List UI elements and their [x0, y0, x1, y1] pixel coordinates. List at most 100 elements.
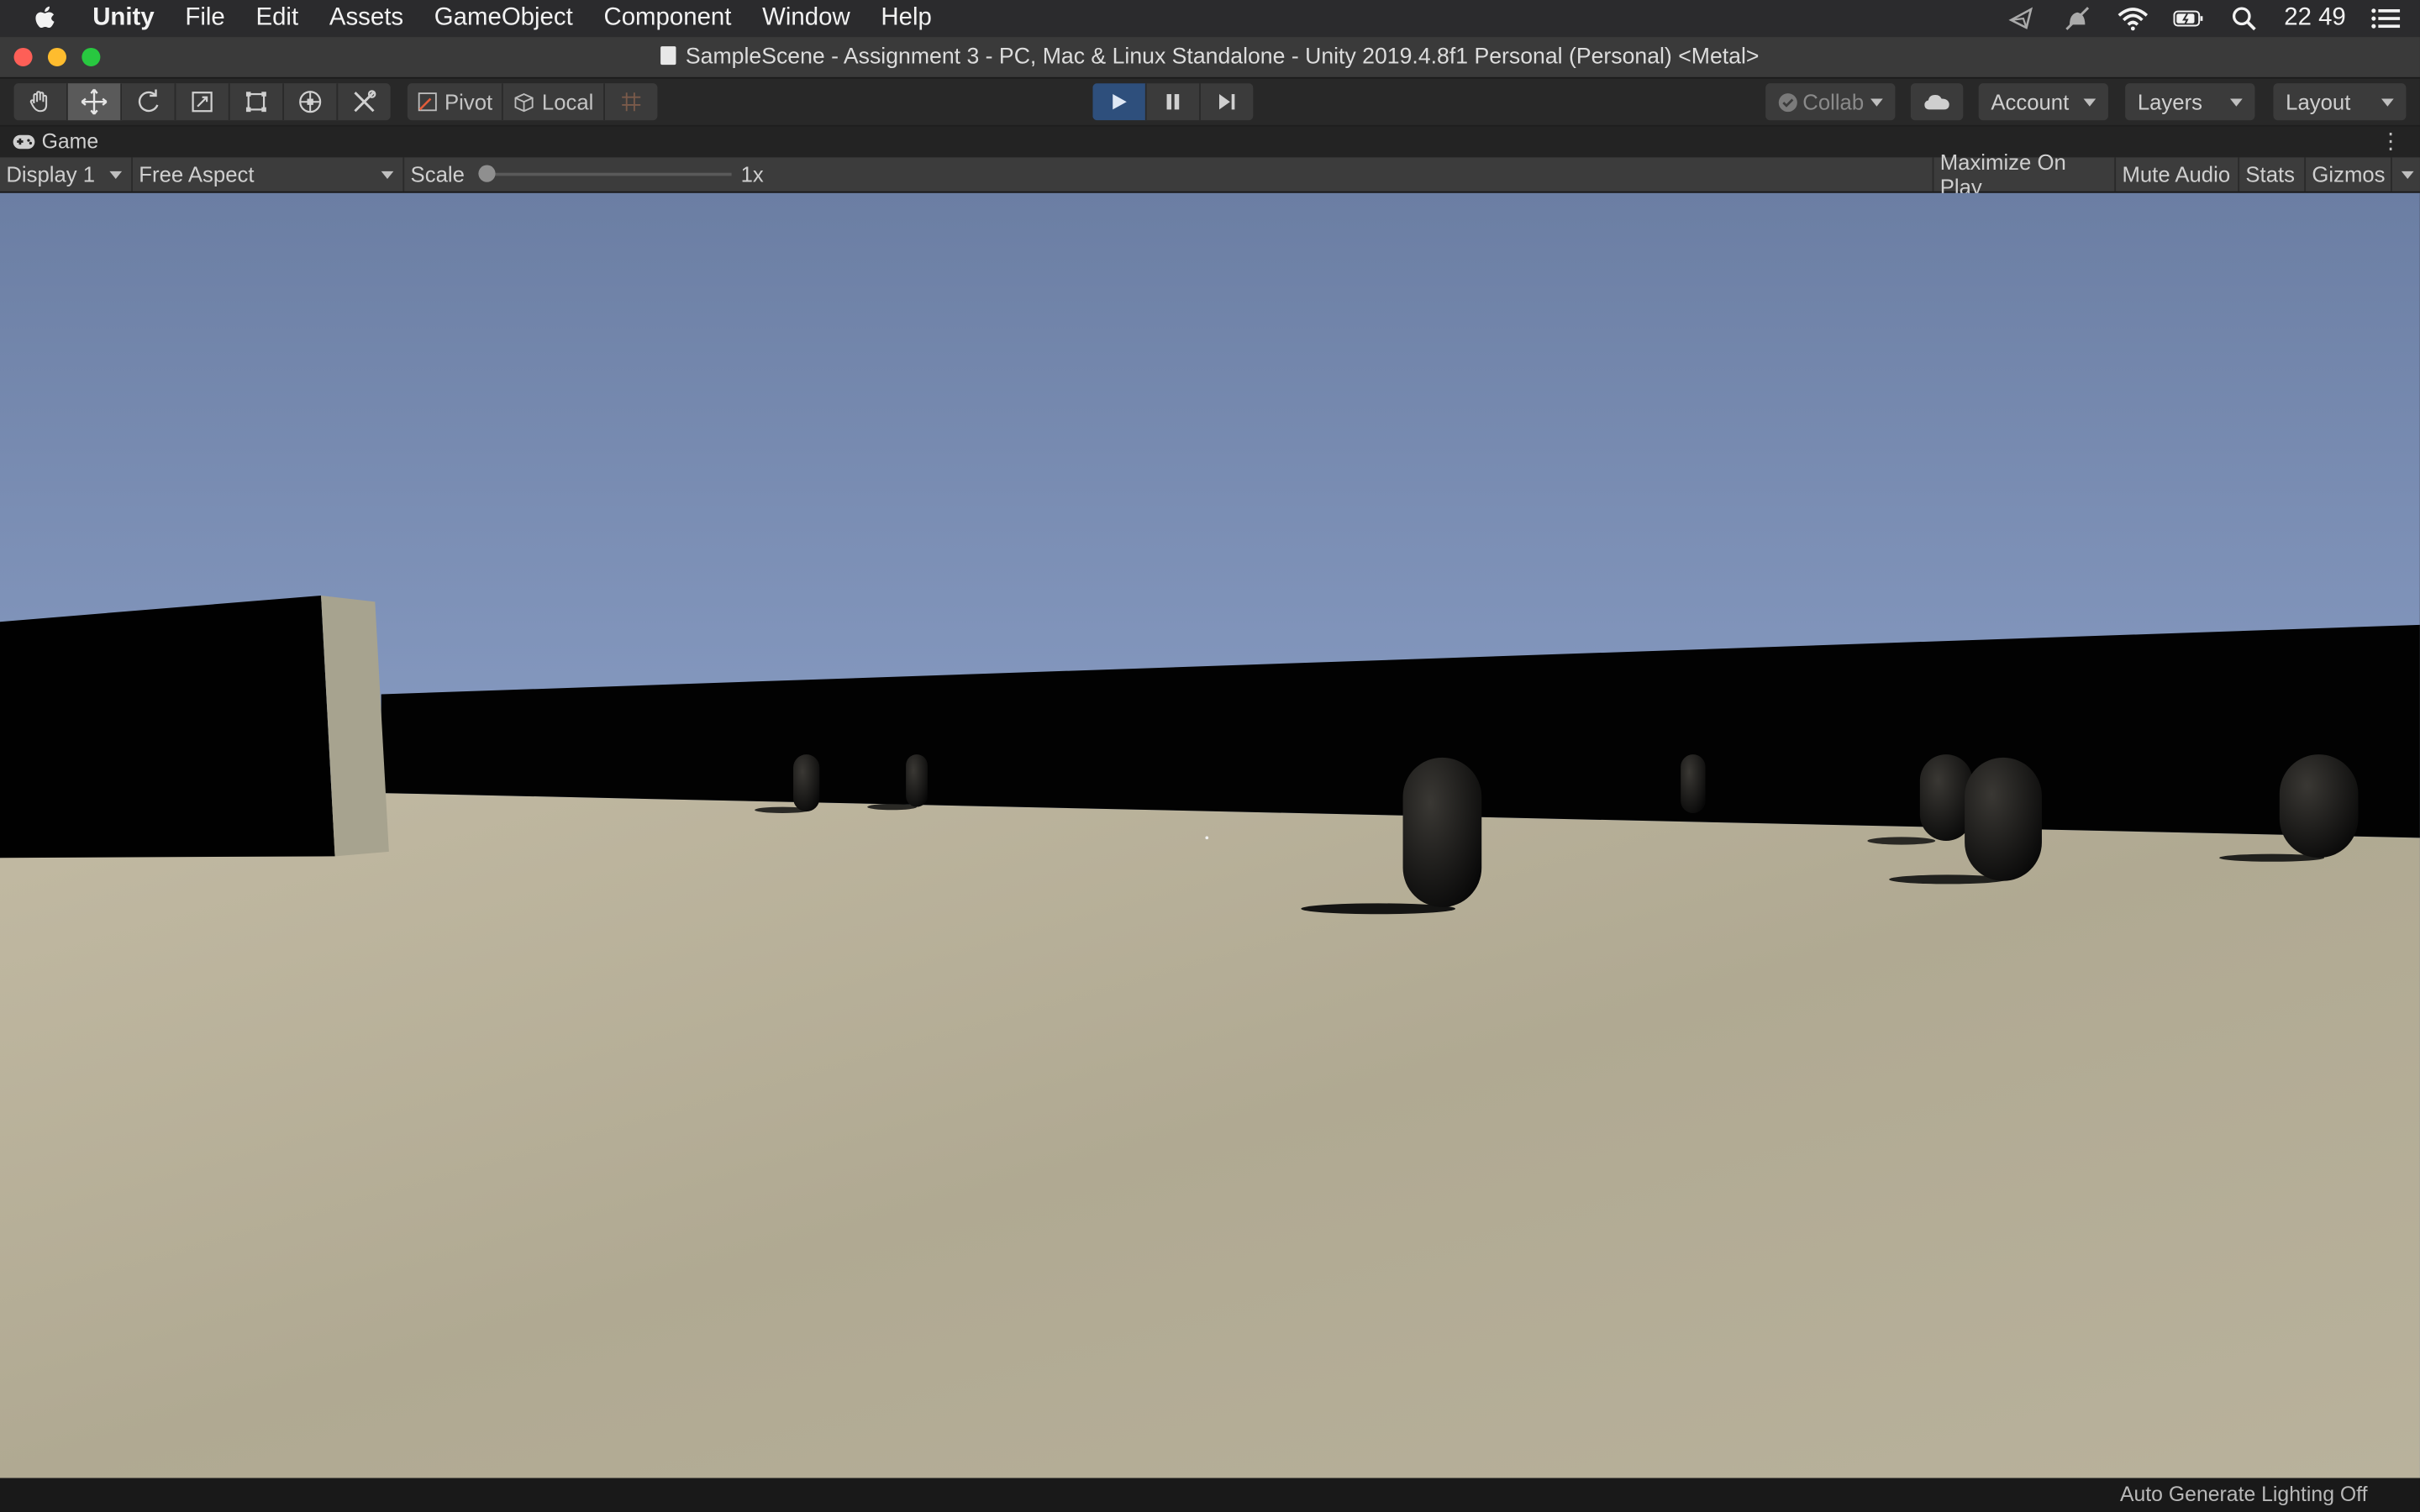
account-dropdown[interactable]: Account [1978, 83, 2108, 121]
game-tab[interactable]: Game [13, 129, 98, 153]
menu-assets[interactable]: Assets [329, 5, 403, 33]
game-viewport[interactable] [0, 192, 2420, 1478]
move-tool-button[interactable] [67, 83, 123, 121]
tab-options-menu-icon[interactable]: ⋮ [2380, 129, 2402, 151]
step-button[interactable] [1200, 83, 1254, 121]
pivot-icon [418, 92, 437, 112]
scale-icon [192, 92, 213, 113]
capsule-enemy [1681, 754, 1706, 813]
unity-hub-icon[interactable] [2007, 5, 2038, 33]
grid-snap-icon [621, 92, 640, 112]
gizmos-dropdown[interactable] [2392, 157, 2420, 191]
layers-label: Layers [2137, 89, 2203, 114]
capsule-shadow [867, 803, 917, 811]
scale-slider-track[interactable] [487, 172, 732, 176]
notifications-muted-icon[interactable] [2062, 5, 2093, 33]
hand-icon [29, 91, 48, 113]
rotate-tool-button[interactable] [122, 83, 176, 121]
layers-dropdown[interactable]: Layers [2125, 83, 2255, 121]
gizmos-caret-icon [2401, 171, 2414, 180]
transform-tools [13, 83, 391, 121]
menu-component[interactable]: Component [603, 5, 731, 33]
account-label: Account [1991, 89, 2070, 114]
rect-transform-icon [245, 92, 266, 113]
custom-tool-button[interactable] [338, 83, 390, 120]
apple-icon[interactable] [34, 5, 61, 33]
ground-plane [0, 793, 2420, 1478]
step-icon [1218, 94, 1235, 110]
status-bar: Auto Generate Lighting Off [0, 1478, 2420, 1512]
status-menu-area: 22 49 [2007, 0, 2402, 37]
display-dropdown[interactable]: Display 1 [0, 157, 133, 192]
pivot-label: Pivot [444, 89, 493, 114]
collab-caret-icon [1870, 97, 1883, 106]
capsule-enemy [1965, 757, 2042, 881]
menu-window[interactable]: Window [762, 5, 850, 33]
maximize-on-play-label: Maximize On Play [1939, 150, 2066, 199]
scale-value: 1x [740, 161, 764, 187]
macos-menu-bar: Unity File Edit Assets GameObject Compon… [0, 0, 2420, 38]
stats-toggle[interactable]: Stats [2239, 157, 2307, 192]
menu-help[interactable]: Help [881, 5, 931, 33]
wifi-icon[interactable] [2118, 5, 2149, 33]
account-caret-icon [2083, 97, 2096, 106]
local-cube-icon [514, 92, 534, 112]
layout-dropdown[interactable]: Layout [2273, 83, 2407, 121]
pause-button[interactable] [1146, 83, 1201, 121]
collab-dropdown[interactable]: Collab [1765, 83, 1896, 121]
hand-tool-button[interactable] [14, 83, 68, 121]
gizmos-label: Gizmos [2312, 161, 2386, 187]
gizmos-toggle[interactable]: Gizmos [2306, 157, 2392, 192]
game-view-controls: Display 1 Free Aspect Scale 1x Maximize … [0, 150, 2420, 199]
local-toggle[interactable]: Local [503, 83, 605, 121]
main-toolbar: Pivot Local Collab Account Layers Layout [0, 78, 2420, 125]
spotlight-search-icon[interactable] [2228, 5, 2260, 33]
capsule-enemy [2279, 754, 2359, 858]
transform-combined-icon [299, 91, 322, 113]
scale-slider-handle[interactable] [478, 165, 496, 182]
transform-tool-button[interactable] [284, 83, 339, 121]
collab-check-icon [1778, 92, 1797, 112]
aspect-caret-icon [381, 171, 394, 180]
menu-file[interactable]: File [185, 5, 224, 33]
scale-label: Scale [410, 161, 465, 187]
pause-icon [1166, 94, 1180, 110]
menu-edit[interactable]: Edit [255, 5, 298, 33]
maximize-on-play-toggle[interactable]: Maximize On Play [1932, 150, 2117, 199]
scale-value-cell: 1x [734, 157, 796, 191]
pivot-toggle[interactable]: Pivot [408, 83, 503, 121]
game-scene [0, 192, 2420, 1478]
layout-caret-icon [2381, 97, 2394, 106]
menu-clock[interactable]: 22 49 [2284, 5, 2346, 33]
scale-label-cell: Scale [404, 157, 474, 191]
cloud-services-button[interactable] [1910, 83, 1964, 121]
grid-snap-toggle[interactable] [604, 83, 656, 120]
scale-tool-button[interactable] [176, 83, 230, 121]
battery-icon[interactable] [2173, 5, 2204, 33]
capsule-shadow [1867, 837, 1936, 845]
display-label: Display 1 [6, 161, 96, 187]
gamepad-icon [13, 134, 35, 149]
lighting-status-text[interactable]: Auto Generate Lighting Off [2120, 1483, 2368, 1506]
layout-label: Layout [2286, 89, 2351, 114]
mute-audio-toggle[interactable]: Mute Audio [2116, 157, 2240, 192]
playback-controls [1092, 83, 1254, 121]
control-center-icon[interactable] [2370, 5, 2402, 33]
aspect-label: Free Aspect [139, 161, 255, 187]
window-title-bar: SampleScene - Assignment 3 - PC, Mac & L… [0, 37, 2420, 79]
aspect-dropdown[interactable]: Free Aspect [133, 157, 405, 192]
local-label: Local [541, 89, 594, 114]
stats-label: Stats [2245, 161, 2296, 187]
play-button[interactable] [1092, 83, 1147, 121]
rotate-icon [138, 89, 159, 113]
mute-audio-label: Mute Audio [2122, 161, 2231, 187]
move-arrows-icon [81, 88, 108, 115]
game-tab-label: Game [41, 129, 99, 153]
capsule-enemy [793, 754, 820, 812]
tools-wrench-icon [354, 90, 376, 113]
rect-tool-button[interactable] [230, 83, 284, 121]
menu-app-unity[interactable]: Unity [92, 5, 154, 33]
play-icon [1113, 94, 1127, 110]
capsule-enemy [906, 754, 928, 807]
menu-gameobject[interactable]: GameObject [434, 5, 573, 33]
